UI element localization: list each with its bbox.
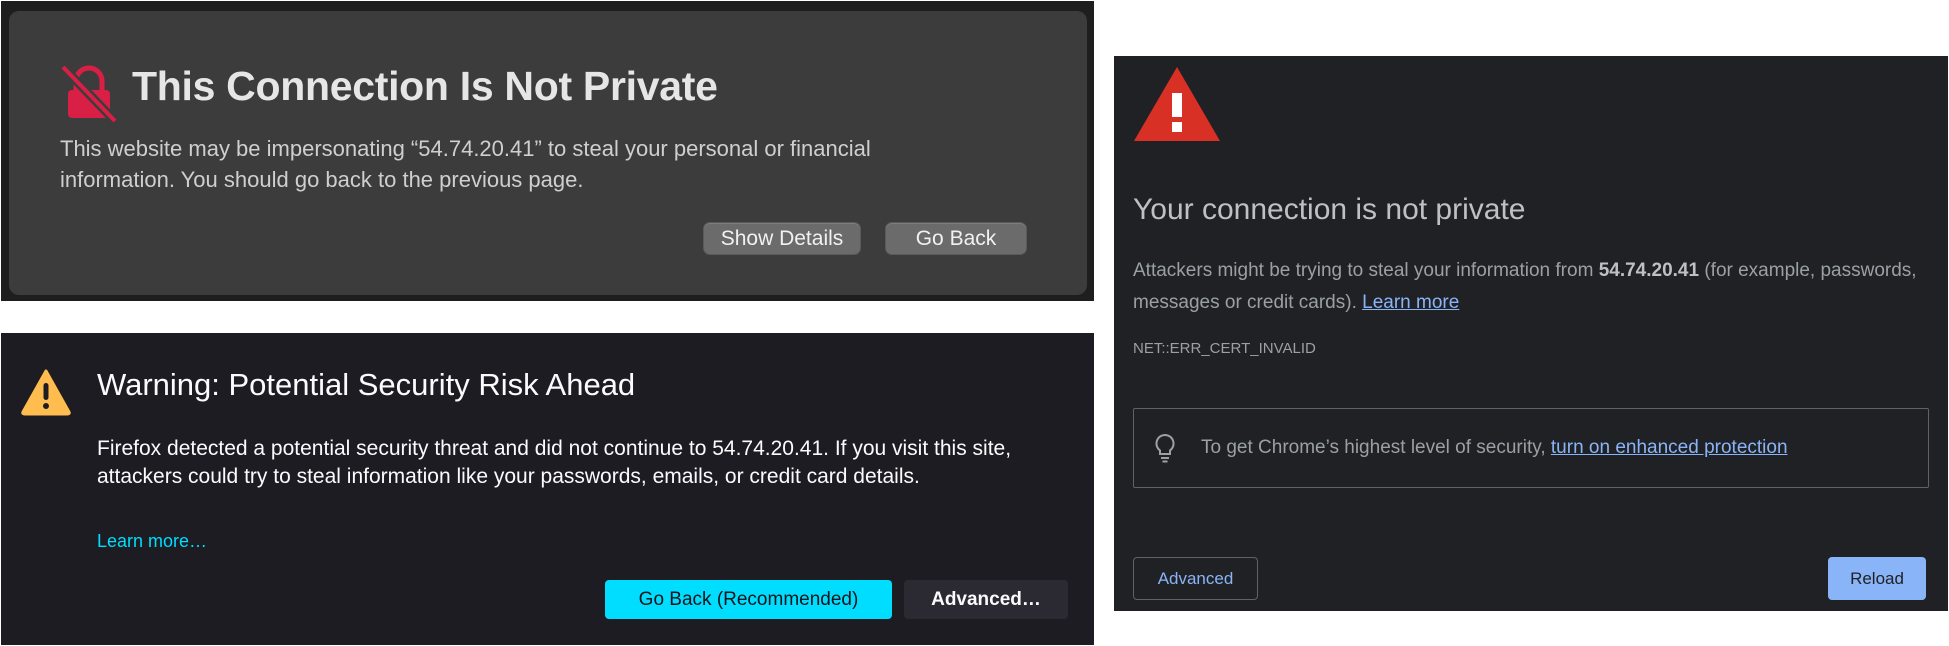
- show-details-button[interactable]: Show Details: [703, 222, 861, 255]
- page-title: This Connection Is Not Private: [132, 63, 718, 109]
- enhanced-protection-link[interactable]: turn on enhanced protection: [1551, 437, 1788, 458]
- safari-warning-panel: This Connection Is Not Private This webs…: [1, 1, 1094, 301]
- page-title: Warning: Potential Security Risk Ahead: [97, 367, 636, 402]
- warning-triangle-icon: [21, 369, 71, 416]
- chrome-warning-panel: Your connection is not private Attackers…: [1114, 56, 1948, 611]
- go-back-button[interactable]: Go Back: [885, 222, 1027, 255]
- warning-triangle-icon: [1134, 67, 1220, 141]
- tip-label: To get Chrome’s highest level of securit…: [1201, 437, 1551, 458]
- lightbulb-icon: [1155, 433, 1175, 463]
- safari-warning-card: This Connection Is Not Private This webs…: [9, 11, 1087, 295]
- broken-lock-icon: [59, 63, 119, 123]
- learn-more-link[interactable]: Learn more: [1362, 292, 1459, 313]
- warning-message: Attackers might be trying to steal your …: [1133, 255, 1923, 319]
- advanced-button[interactable]: Advanced: [1133, 557, 1258, 600]
- firefox-warning-panel: Warning: Potential Security Risk Ahead F…: [1, 333, 1094, 645]
- learn-more-link[interactable]: Learn more…: [97, 531, 207, 552]
- go-back-recommended-button[interactable]: Go Back (Recommended): [605, 580, 892, 619]
- host-address: 54.74.20.41: [1598, 260, 1700, 281]
- body-text-start: Attackers might be trying to steal your …: [1133, 260, 1599, 281]
- enhanced-protection-tip: To get Chrome’s highest level of securit…: [1133, 408, 1929, 488]
- tip-text: To get Chrome’s highest level of securit…: [1201, 437, 1788, 459]
- reload-button[interactable]: Reload: [1828, 557, 1926, 600]
- advanced-button[interactable]: Advanced…: [904, 580, 1068, 619]
- warning-message: Firefox detected a potential security th…: [97, 437, 1012, 488]
- page-title: Your connection is not private: [1133, 193, 1526, 226]
- warning-message: This website may be impersonating “54.74…: [60, 136, 871, 192]
- error-code: NET::ERR_CERT_INVALID: [1133, 340, 1316, 357]
